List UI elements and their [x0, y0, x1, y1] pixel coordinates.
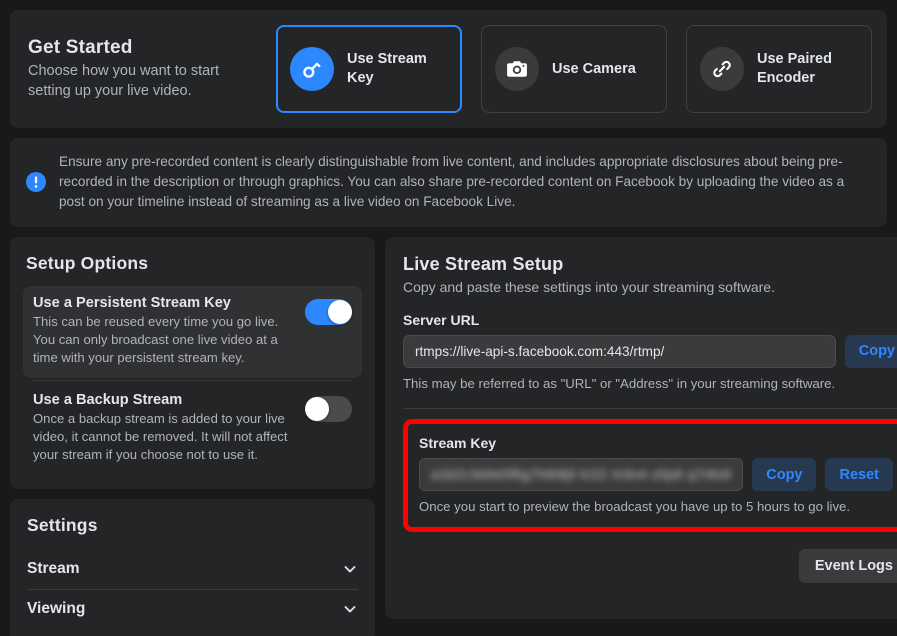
option-use-camera[interactable]: Use Camera	[481, 25, 667, 113]
stream-key-help: Once you start to preview the broadcast …	[419, 498, 893, 516]
server-url-help: This may be referred to as "URL" or "Add…	[403, 375, 897, 393]
stream-key-highlight-box: Stream Key a1b2c3d4e5f6g7h8i9j0 k1l2 m3n…	[403, 419, 897, 532]
stream-key-label: Stream Key	[419, 435, 893, 451]
settings-accordion-stream[interactable]: Stream	[27, 550, 358, 589]
backup-stream-toggle[interactable]	[305, 396, 352, 422]
key-icon-glyph	[300, 57, 324, 81]
chevron-down-icon	[342, 601, 358, 617]
server-url-input[interactable]: rtmps://live-api-s.facebook.com:443/rtmp…	[403, 335, 836, 368]
setting-description: Once a backup stream is added to your li…	[33, 410, 295, 464]
camera-icon-glyph	[505, 57, 529, 81]
setup-options-title: Setup Options	[26, 253, 362, 274]
setting-body: Use a Persistent Stream Key This can be …	[33, 295, 295, 367]
setting-persistent-stream-key[interactable]: Use a Persistent Stream Key This can be …	[23, 286, 362, 378]
stream-key-input[interactable]: a1b2c3d4e5f6g7h8i9j0 k1l2 m3n4 o5p6 q7r8…	[419, 458, 743, 491]
option-label: Use Camera	[552, 60, 636, 79]
settings-panel: Settings Stream Viewing	[10, 499, 375, 636]
persistent-stream-key-toggle[interactable]	[305, 299, 352, 325]
server-url-row: rtmps://live-api-s.facebook.com:443/rtmp…	[403, 335, 897, 368]
event-logs-button[interactable]: Event Logs	[799, 549, 897, 583]
accordion-label: Stream	[27, 560, 80, 578]
live-stream-setup-title: Live Stream Setup	[403, 254, 897, 275]
copy-stream-key-button[interactable]: Copy	[752, 458, 816, 491]
option-label: Use Stream Key	[347, 50, 448, 87]
setting-description: This can be reused every time you go liv…	[33, 313, 295, 367]
option-use-stream-key[interactable]: Use Stream Key	[276, 25, 462, 113]
page-title: Get Started	[28, 37, 258, 59]
camera-icon	[495, 47, 539, 91]
event-logs-row: Event Logs	[403, 549, 897, 583]
option-label: Use Paired Encoder	[757, 50, 858, 87]
key-icon	[290, 47, 334, 91]
pre-recorded-content-notice: Ensure any pre-recorded content is clear…	[10, 138, 887, 227]
setup-options-panel: Setup Options Use a Persistent Stream Ke…	[10, 237, 375, 489]
copy-server-url-button[interactable]: Copy	[845, 335, 897, 368]
stream-key-row: a1b2c3d4e5f6g7h8i9j0 k1l2 m3n4 o5p6 q7r8…	[419, 458, 893, 491]
get-started-subtitle: Choose how you want to start setting up …	[28, 62, 258, 100]
live-stream-setup-subtitle: Copy and paste these settings into your …	[403, 279, 897, 295]
section-divider	[403, 408, 897, 409]
setting-backup-stream[interactable]: Use a Backup Stream Once a backup stream…	[23, 383, 362, 475]
link-icon	[700, 47, 744, 91]
stream-key-masked-value: a1b2c3d4e5f6g7h8i9j0 k1l2 m3n4 o5p6 q7r8…	[431, 467, 731, 482]
settings-accordion-viewing[interactable]: Viewing	[27, 590, 358, 629]
info-exclamation-icon-glyph	[26, 172, 46, 192]
setting-divider	[33, 380, 352, 381]
setting-body: Use a Backup Stream Once a backup stream…	[33, 392, 295, 464]
notice-text: Ensure any pre-recorded content is clear…	[59, 152, 869, 212]
info-exclamation-icon	[26, 172, 46, 192]
link-icon-glyph	[710, 57, 734, 81]
toggle-knob	[305, 397, 329, 421]
reset-stream-key-button[interactable]: Reset	[825, 458, 893, 491]
right-column: Live Stream Setup Copy and paste these s…	[385, 237, 897, 619]
settings-title: Settings	[27, 515, 358, 536]
server-url-label: Server URL	[403, 312, 897, 328]
live-producer-page: Get Started Choose how you want to start…	[0, 0, 897, 636]
setting-title: Use a Backup Stream	[33, 392, 295, 408]
accordion-label: Viewing	[27, 600, 85, 618]
get-started-card: Get Started Choose how you want to start…	[10, 10, 887, 128]
setting-title: Use a Persistent Stream Key	[33, 295, 295, 311]
left-column: Setup Options Use a Persistent Stream Ke…	[10, 237, 375, 636]
toggle-knob	[328, 300, 352, 324]
option-use-paired-encoder[interactable]: Use Paired Encoder	[686, 25, 872, 113]
main-columns: Setup Options Use a Persistent Stream Ke…	[10, 237, 887, 636]
get-started-text: Get Started Choose how you want to start…	[28, 37, 258, 100]
live-stream-setup-panel: Live Stream Setup Copy and paste these s…	[385, 237, 897, 619]
get-started-options: Use Stream Key Use Camera	[276, 25, 872, 113]
chevron-down-icon	[342, 561, 358, 577]
